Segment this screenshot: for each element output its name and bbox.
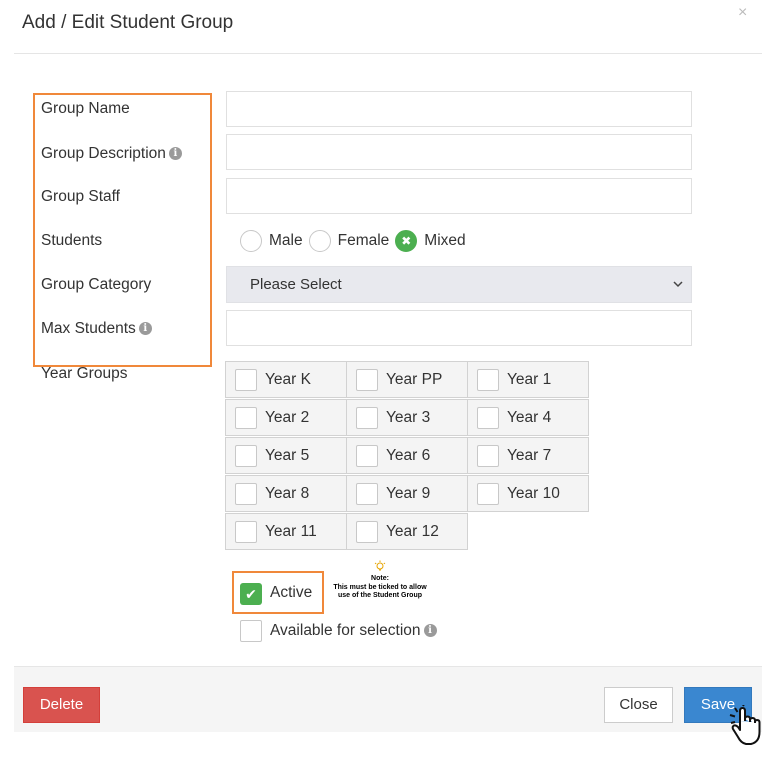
close-icon[interactable]: × bbox=[738, 4, 747, 22]
year-label: Year K bbox=[265, 370, 311, 388]
label-group-category: Group Category bbox=[41, 276, 152, 293]
year-label: Year 8 bbox=[265, 484, 310, 502]
year-label: Year 6 bbox=[386, 446, 431, 464]
year-groups-row: Year 5 Year 6 Year 7 bbox=[225, 437, 593, 474]
radio-female-label: Female bbox=[337, 232, 390, 249]
chevron-down-icon bbox=[673, 267, 683, 316]
year-label: Year 12 bbox=[386, 522, 439, 540]
active-checkbox[interactable]: ✔ bbox=[240, 583, 262, 605]
year-label: Year 9 bbox=[386, 484, 431, 502]
year-group-option[interactable]: Year 9 bbox=[346, 475, 468, 512]
year-checkbox[interactable] bbox=[477, 444, 499, 467]
year-label: Year PP bbox=[386, 370, 443, 388]
check-icon: ✔ bbox=[245, 586, 257, 602]
label-group-staff: Group Staff bbox=[41, 188, 120, 205]
year-checkbox[interactable] bbox=[235, 406, 257, 429]
year-label: Year 10 bbox=[507, 484, 560, 502]
year-checkbox[interactable] bbox=[356, 406, 378, 429]
year-label: Year 2 bbox=[265, 408, 310, 426]
info-circle-icon[interactable]: i bbox=[423, 624, 437, 638]
year-group-option[interactable]: Year 2 bbox=[225, 399, 347, 436]
year-groups-grid: Year K Year PP Year 1 Year 2 Year 3 Year… bbox=[225, 361, 593, 550]
hand-pointer-icon bbox=[728, 703, 764, 756]
year-checkbox[interactable] bbox=[477, 368, 499, 391]
year-label: Year 7 bbox=[507, 446, 552, 464]
delete-button[interactable]: Delete bbox=[23, 687, 100, 723]
year-checkbox[interactable] bbox=[356, 444, 378, 467]
year-label: Year 3 bbox=[386, 408, 431, 426]
header-divider bbox=[14, 53, 762, 54]
radio-female[interactable] bbox=[308, 230, 331, 252]
year-group-option[interactable]: Year 12 bbox=[346, 513, 468, 550]
note-callout: Note: This must be ticked to allow use o… bbox=[332, 560, 428, 601]
label-max-students: Max Students i bbox=[41, 320, 152, 338]
note-text: This must be ticked to allow use of the … bbox=[333, 583, 427, 600]
year-checkbox[interactable] bbox=[356, 482, 378, 505]
available-label: Available for selection i bbox=[270, 622, 437, 640]
year-group-option[interactable]: Year 11 bbox=[225, 513, 347, 550]
year-group-option[interactable]: Year 7 bbox=[467, 437, 589, 474]
year-group-option[interactable]: Year K bbox=[225, 361, 347, 398]
year-label: Year 11 bbox=[265, 522, 317, 540]
radio-mixed-label: Mixed bbox=[424, 232, 466, 249]
active-label: Active bbox=[270, 584, 313, 601]
year-group-option[interactable]: Year 6 bbox=[346, 437, 468, 474]
available-checkbox[interactable] bbox=[240, 620, 262, 642]
group-category-value: Please Select bbox=[250, 276, 342, 293]
year-groups-row: Year 11 Year 12 bbox=[225, 513, 593, 550]
lightbulb-icon bbox=[332, 560, 428, 575]
label-year-groups: Year Groups bbox=[41, 365, 128, 382]
year-group-option[interactable]: Year 10 bbox=[467, 475, 589, 512]
year-checkbox[interactable] bbox=[356, 520, 378, 543]
radio-mixed[interactable]: ✖ bbox=[395, 230, 418, 252]
year-checkbox[interactable] bbox=[235, 482, 257, 505]
group-name-input[interactable] bbox=[226, 91, 692, 127]
year-group-option[interactable]: Year 1 bbox=[467, 361, 589, 398]
info-circle-icon[interactable]: i bbox=[168, 147, 182, 161]
year-group-option[interactable]: Year 5 bbox=[225, 437, 347, 474]
close-button[interactable]: Close bbox=[604, 687, 673, 723]
year-group-option[interactable]: Year 3 bbox=[346, 399, 468, 436]
year-group-option[interactable]: Year 4 bbox=[467, 399, 589, 436]
year-checkbox[interactable] bbox=[235, 368, 257, 391]
year-group-option[interactable]: Year PP bbox=[346, 361, 468, 398]
max-students-input[interactable] bbox=[226, 310, 692, 346]
note-title: Note: bbox=[371, 575, 389, 582]
year-groups-row: Year K Year PP Year 1 bbox=[225, 361, 593, 398]
year-checkbox[interactable] bbox=[477, 406, 499, 429]
group-staff-input[interactable] bbox=[226, 178, 692, 214]
year-checkbox[interactable] bbox=[477, 482, 499, 505]
year-label: Year 5 bbox=[265, 446, 310, 464]
students-radio-group: Male Female ✖ Mixed bbox=[240, 228, 472, 254]
year-checkbox[interactable] bbox=[235, 520, 257, 543]
modal-title: Add / Edit Student Group bbox=[22, 12, 234, 33]
radio-male-label: Male bbox=[269, 232, 303, 249]
year-label: Year 4 bbox=[507, 408, 552, 426]
year-checkbox[interactable] bbox=[235, 444, 257, 467]
label-group-description: Group Description i bbox=[41, 145, 182, 163]
year-groups-row: Year 2 Year 3 Year 4 bbox=[225, 399, 593, 436]
year-groups-row: Year 8 Year 9 Year 10 bbox=[225, 475, 593, 512]
radio-male[interactable] bbox=[240, 230, 262, 252]
group-description-input[interactable] bbox=[226, 134, 692, 170]
year-group-option[interactable]: Year 8 bbox=[225, 475, 347, 512]
year-checkbox[interactable] bbox=[356, 368, 378, 391]
label-group-name: Group Name bbox=[41, 100, 130, 117]
year-label: Year 1 bbox=[507, 370, 552, 388]
group-category-select[interactable]: Please Select bbox=[226, 266, 692, 303]
label-students: Students bbox=[41, 232, 103, 249]
x-mark-icon: ✖ bbox=[401, 234, 412, 248]
info-circle-icon[interactable]: i bbox=[138, 322, 152, 336]
